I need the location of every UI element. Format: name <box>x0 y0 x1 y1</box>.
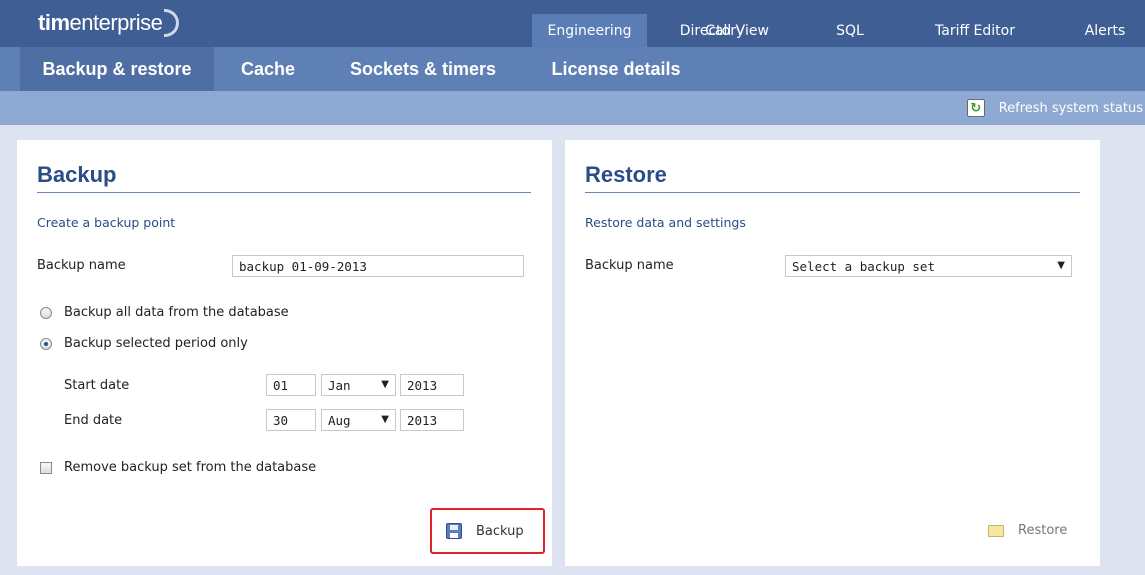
logo-arc-icon <box>164 9 180 37</box>
restore-name-label: Backup name <box>585 258 674 273</box>
remove-backup-checkbox[interactable] <box>40 462 52 474</box>
restore-button-label: Restore <box>1018 523 1068 538</box>
app-logo: tim enterprise <box>38 6 180 40</box>
restore-subtitle: Restore data and settings <box>585 215 746 230</box>
start-month-select[interactable]: Jan ▼ <box>321 374 396 396</box>
start-day-input[interactable]: 01 <box>266 374 316 396</box>
backup-name-input[interactable]: backup 01-09-2013 <box>232 255 524 277</box>
end-year-input[interactable]: 2013 <box>400 409 464 431</box>
subtab-backup-restore[interactable]: Backup & restore <box>20 47 214 91</box>
subtab-license-details[interactable]: License details <box>524 47 708 91</box>
tab-label: SQL <box>836 22 864 39</box>
start-year-input[interactable]: 2013 <box>400 374 464 396</box>
end-date-label: End date <box>64 413 123 428</box>
backup-button-label: Backup <box>476 523 524 539</box>
subtab-label: Cache <box>240 58 296 79</box>
radio-backup-all-label: Backup all data from the database <box>64 305 289 320</box>
backup-panel: Backup Create a backup point <box>17 140 552 566</box>
end-month-value: Aug <box>328 412 351 428</box>
tab-alerts[interactable]: Alerts <box>1065 14 1145 47</box>
backup-subtitle: Create a backup point <box>37 215 176 230</box>
subtab-label: License details <box>551 58 681 79</box>
radio-backup-all[interactable] <box>40 307 52 319</box>
subtab-label: Backup & restore <box>42 58 192 79</box>
backup-set-value: Select a backup set <box>792 258 935 274</box>
restore-panel: Restore Restore data and settings <box>565 140 1100 566</box>
remove-backup-label: Remove backup set from the database <box>64 460 317 475</box>
backup-name-label: Backup name <box>37 258 126 273</box>
tab-engineering[interactable]: Engineering <box>532 14 647 47</box>
subtab-cache[interactable]: Cache <box>214 47 322 91</box>
tab-label: Tariff Editor <box>935 22 1015 39</box>
restore-button[interactable]: Restore <box>988 523 1067 538</box>
tab-label: Engineering <box>547 22 632 39</box>
backup-set-select[interactable]: Select a backup set ▼ <box>785 255 1072 277</box>
radio-backup-period[interactable] <box>40 338 52 350</box>
subtab-label: Sockets & timers <box>349 58 497 79</box>
start-month-value: Jan <box>328 377 351 393</box>
restore-title-divider <box>585 192 1080 193</box>
chevron-down-icon: ▼ <box>1057 260 1065 271</box>
tab-label: Alerts <box>1084 22 1126 39</box>
logo-bold-text: tim <box>38 10 70 35</box>
refresh-system-status-button[interactable]: ↻ Refresh system status <box>966 95 1143 121</box>
end-day-input[interactable]: 30 <box>266 409 316 431</box>
chevron-down-icon: ▼ <box>381 379 389 390</box>
start-date-label: Start date <box>64 378 130 393</box>
folder-icon <box>988 524 1004 537</box>
floppy-disk-icon <box>446 523 462 539</box>
restore-title: Restore <box>585 162 667 187</box>
backup-title-divider <box>37 192 531 193</box>
refresh-label: Refresh system status <box>998 100 1143 116</box>
subtab-sockets-timers[interactable]: Sockets & timers <box>322 47 524 91</box>
backup-button[interactable]: Backup <box>430 508 545 554</box>
tab-sql[interactable]: SQL <box>820 14 880 47</box>
logo-text: enterprise <box>69 10 163 35</box>
tab-call-view[interactable]: Call View <box>692 14 782 47</box>
tab-tariff-editor[interactable]: Tariff Editor <box>905 14 1045 47</box>
refresh-icon: ↻ <box>966 99 985 117</box>
backup-title: Backup <box>37 162 117 187</box>
radio-backup-period-label: Backup selected period only <box>64 336 248 351</box>
chevron-down-icon: ▼ <box>381 414 389 425</box>
tab-label: Call View <box>705 22 769 39</box>
end-month-select[interactable]: Aug ▼ <box>321 409 396 431</box>
